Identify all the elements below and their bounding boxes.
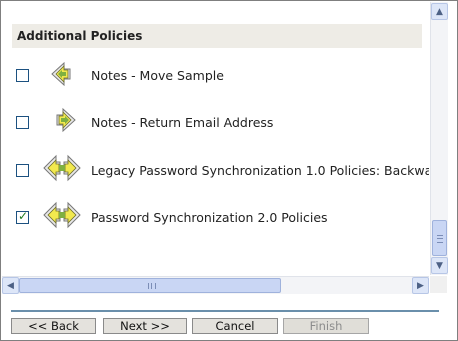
- button-bar-divider: [11, 310, 439, 312]
- policy-list-panel: Additional Policies Notes - Move Sample: [2, 2, 429, 275]
- vertical-scrollbar[interactable]: ▲ ▼: [430, 2, 448, 275]
- policy-bidirectional-icon: [42, 152, 81, 184]
- policy-row-move-sample: Notes - Move Sample: [16, 60, 429, 92]
- scrollbar-corner: [430, 276, 447, 293]
- policy-checkbox[interactable]: [16, 164, 29, 177]
- policy-bidirectional-icon: [42, 199, 81, 231]
- policy-right-arrow-icon: [51, 106, 83, 138]
- horizontal-scrollbar[interactable]: ◀ ▶: [2, 276, 429, 294]
- policy-checkbox[interactable]: ✓: [16, 209, 29, 224]
- scroll-right-button[interactable]: ▶: [412, 277, 429, 294]
- next-button[interactable]: Next >>: [103, 318, 187, 334]
- policy-left-arrow-icon: [48, 60, 80, 92]
- policy-row-return-email: Notes - Return Email Address: [16, 106, 429, 138]
- scroll-up-button[interactable]: ▲: [431, 3, 448, 20]
- policy-label: Password Synchronization 2.0 Policies: [91, 210, 328, 225]
- policy-label: Notes - Return Email Address: [91, 115, 274, 130]
- cancel-button[interactable]: Cancel: [192, 318, 278, 334]
- scroll-down-button[interactable]: ▼: [431, 257, 448, 274]
- grip-icon: [437, 235, 443, 243]
- policy-checkbox[interactable]: [16, 116, 29, 129]
- vertical-scroll-thumb[interactable]: [432, 220, 447, 256]
- policy-label: Notes - Move Sample: [91, 68, 224, 83]
- grip-icon: [148, 283, 156, 289]
- scroll-left-button[interactable]: ◀: [2, 277, 19, 294]
- back-button[interactable]: << Back: [11, 318, 96, 334]
- section-header: Additional Policies: [12, 24, 422, 48]
- policy-row-legacy-password-sync: Legacy Password Synchronization 1.0 Poli…: [16, 154, 429, 186]
- horizontal-scroll-thumb[interactable]: [19, 278, 281, 293]
- policy-label: Legacy Password Synchronization 1.0 Poli…: [91, 163, 429, 178]
- finish-button[interactable]: Finish: [283, 318, 369, 334]
- checkmark-icon: ✓: [18, 209, 29, 223]
- wizard-window: Additional Policies Notes - Move Sample: [0, 0, 458, 341]
- policy-row-password-sync-2: ✓ Password Synchronization 2.0 Policies: [16, 201, 429, 233]
- policy-checkbox[interactable]: [16, 69, 29, 82]
